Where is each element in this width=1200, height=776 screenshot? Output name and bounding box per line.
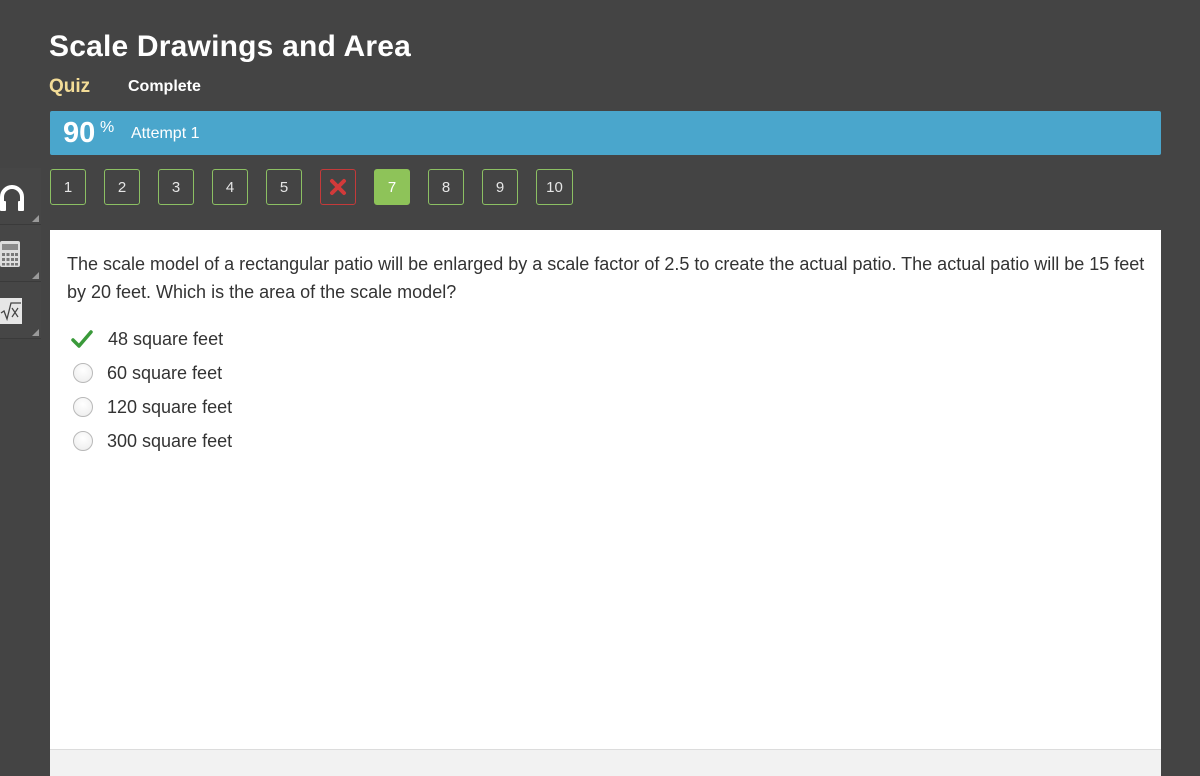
checkmark-icon xyxy=(71,330,93,348)
question-navigator: 1 2 3 4 5 7 8 9 10 xyxy=(50,169,591,205)
tool-corner-indicator xyxy=(32,215,39,222)
headphones-tool-button[interactable] xyxy=(0,168,41,225)
question-nav-button-2[interactable]: 2 xyxy=(104,169,140,205)
answer-option-3[interactable]: 120 square feet xyxy=(69,390,232,424)
attempt-label: Attempt 1 xyxy=(131,125,200,142)
question-nav-button-1[interactable]: 1 xyxy=(50,169,86,205)
question-nav-button-6-incorrect[interactable] xyxy=(320,169,356,205)
question-nav-button-7-current[interactable]: 7 xyxy=(374,169,410,205)
question-nav-button-9[interactable]: 9 xyxy=(482,169,518,205)
answer-text: 300 square feet xyxy=(107,430,233,451)
score-bar: 90 % Attempt 1 xyxy=(50,111,1161,155)
question-text: The scale model of a rectangular patio w… xyxy=(67,254,1145,302)
answer-text: 60 square feet xyxy=(107,362,223,383)
panel-footer xyxy=(50,749,1161,776)
answer-option-2[interactable]: 60 square feet xyxy=(69,356,232,390)
question-nav-button-3[interactable]: 3 xyxy=(158,169,194,205)
calculator-tool-button[interactable] xyxy=(0,225,41,282)
tool-corner-indicator xyxy=(32,272,39,279)
question-nav-button-10[interactable]: 10 xyxy=(536,169,573,205)
question-nav-button-5[interactable]: 5 xyxy=(266,169,302,205)
formula-icon xyxy=(0,298,22,324)
score-value: 90 xyxy=(63,117,96,149)
question-nav-button-8[interactable]: 8 xyxy=(428,169,464,205)
question-nav-button-4[interactable]: 4 xyxy=(212,169,248,205)
answer-option-1[interactable]: 48 square feet xyxy=(69,322,232,356)
assignment-type-label: Quiz xyxy=(49,76,91,97)
tool-sidebar xyxy=(0,168,41,339)
calculator-icon xyxy=(0,241,20,267)
tool-corner-indicator xyxy=(32,329,39,336)
answer-option-4[interactable]: 300 square feet xyxy=(69,424,232,458)
headphones-icon xyxy=(0,185,24,211)
radio-button[interactable] xyxy=(73,431,93,451)
formula-tool-button[interactable] xyxy=(0,282,41,339)
assignment-status-label: Complete xyxy=(128,78,201,95)
x-icon xyxy=(330,179,346,195)
question-panel: The scale model of a rectangular patio w… xyxy=(50,230,1161,776)
page-title: Scale Drawings and Area xyxy=(49,30,411,63)
answer-text: 48 square feet xyxy=(108,328,224,349)
answer-list: 48 square feet 60 square feet 120 square… xyxy=(69,322,232,458)
answer-text: 120 square feet xyxy=(107,396,233,417)
radio-button[interactable] xyxy=(73,363,93,383)
radio-button[interactable] xyxy=(73,397,93,417)
score-percent-sign: % xyxy=(100,119,115,136)
